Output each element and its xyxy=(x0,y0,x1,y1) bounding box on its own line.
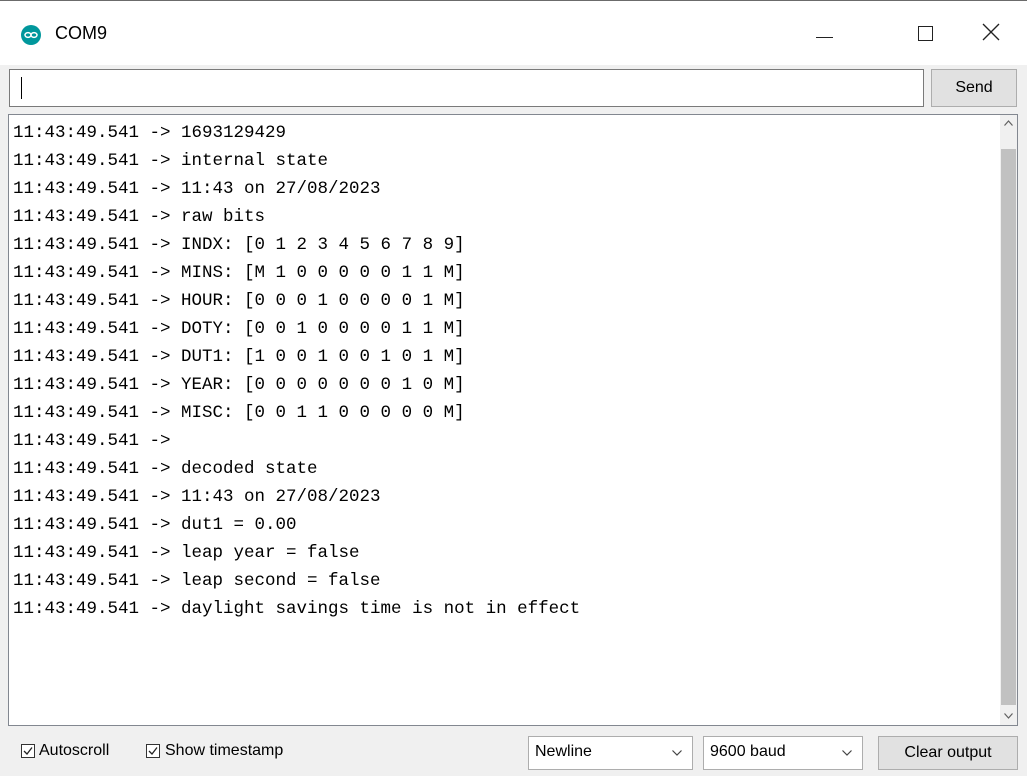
output-line: 11:43:49.541 -> leap year = false xyxy=(13,543,360,563)
clear-output-button[interactable]: Clear output xyxy=(878,736,1018,770)
output-line: 11:43:49.541 -> decoded state xyxy=(13,459,318,479)
vertical-scrollbar[interactable] xyxy=(1000,115,1017,725)
output-line: 11:43:49.541 -> leap second = false xyxy=(13,571,381,591)
autoscroll-checkbox[interactable] xyxy=(21,744,35,758)
output-line: 11:43:49.541 -> DOTY: [0 0 1 0 0 0 0 1 1… xyxy=(13,319,465,339)
line-ending-select[interactable]: Newline xyxy=(528,736,693,770)
send-button[interactable]: Send xyxy=(931,69,1017,107)
checkmark-icon xyxy=(23,747,33,755)
minimize-icon xyxy=(816,37,833,38)
scroll-up-icon xyxy=(1004,120,1013,126)
output-line: 11:43:49.541 -> 11:43 on 27/08/2023 xyxy=(13,487,381,507)
output-line: 11:43:49.541 -> daylight savings time is… xyxy=(13,599,581,619)
window-title: COM9 xyxy=(55,23,108,43)
maximize-button[interactable] xyxy=(887,1,947,65)
show-timestamp-checkbox[interactable] xyxy=(146,744,160,758)
baud-rate-select[interactable]: 9600 baud xyxy=(703,736,863,770)
chevron-down-icon xyxy=(672,750,682,756)
line-ending-value: Newline xyxy=(535,743,592,760)
output-line: 11:43:49.541 -> xyxy=(13,431,182,451)
scroll-thumb[interactable] xyxy=(1001,149,1016,705)
arduino-icon xyxy=(21,25,41,45)
output-line: 11:43:49.541 -> internal state xyxy=(13,151,329,171)
close-button[interactable] xyxy=(962,1,1022,65)
status-bar: Autoscroll Show timestamp Newline 9600 b… xyxy=(0,728,1027,776)
output-line: 11:43:49.541 -> INDX: [0 1 2 3 4 5 6 7 8… xyxy=(13,235,465,255)
scroll-down-icon xyxy=(1004,713,1013,719)
autoscroll-label[interactable]: Autoscroll xyxy=(39,742,109,760)
output-line: 11:43:49.541 -> DUT1: [1 0 0 1 0 0 1 0 1… xyxy=(13,347,465,367)
show-timestamp-label[interactable]: Show timestamp xyxy=(165,742,283,760)
output-line: 11:43:49.541 -> 1693129429 xyxy=(13,123,287,143)
output-line: 11:43:49.541 -> HOUR: [0 0 0 1 0 0 0 0 1… xyxy=(13,291,465,311)
output-line: 11:43:49.541 -> MISC: [0 0 1 1 0 0 0 0 0… xyxy=(13,403,465,423)
baud-rate-value: 9600 baud xyxy=(710,743,786,760)
message-input[interactable] xyxy=(9,69,924,107)
minimize-button[interactable] xyxy=(800,1,860,65)
maximize-icon xyxy=(918,26,933,41)
scroll-up-button[interactable] xyxy=(1000,115,1017,132)
output-line: 11:43:49.541 -> 11:43 on 27/08/2023 xyxy=(13,179,381,199)
checkmark-icon xyxy=(148,747,158,755)
send-row: Send xyxy=(9,69,1017,107)
output-line: 11:43:49.541 -> raw bits xyxy=(13,207,266,227)
output-line: 11:43:49.541 -> dut1 = 0.00 xyxy=(13,515,297,535)
scroll-down-button[interactable] xyxy=(1000,708,1017,725)
chevron-down-icon xyxy=(842,750,852,756)
output-lines: 11:43:49.541 -> 1693129429 11:43:49.541 -… xyxy=(13,119,580,623)
output-line: 11:43:49.541 -> MINS: [M 1 0 0 0 0 0 1 1… xyxy=(13,263,465,283)
output-line: 11:43:49.541 -> YEAR: [0 0 0 0 0 0 0 1 0… xyxy=(13,375,465,395)
text-caret xyxy=(21,77,22,99)
close-icon xyxy=(982,23,1000,41)
title-bar: COM9 xyxy=(0,1,1027,65)
serial-output[interactable]: 11:43:49.541 -> 1693129429 11:43:49.541 -… xyxy=(8,114,1018,726)
